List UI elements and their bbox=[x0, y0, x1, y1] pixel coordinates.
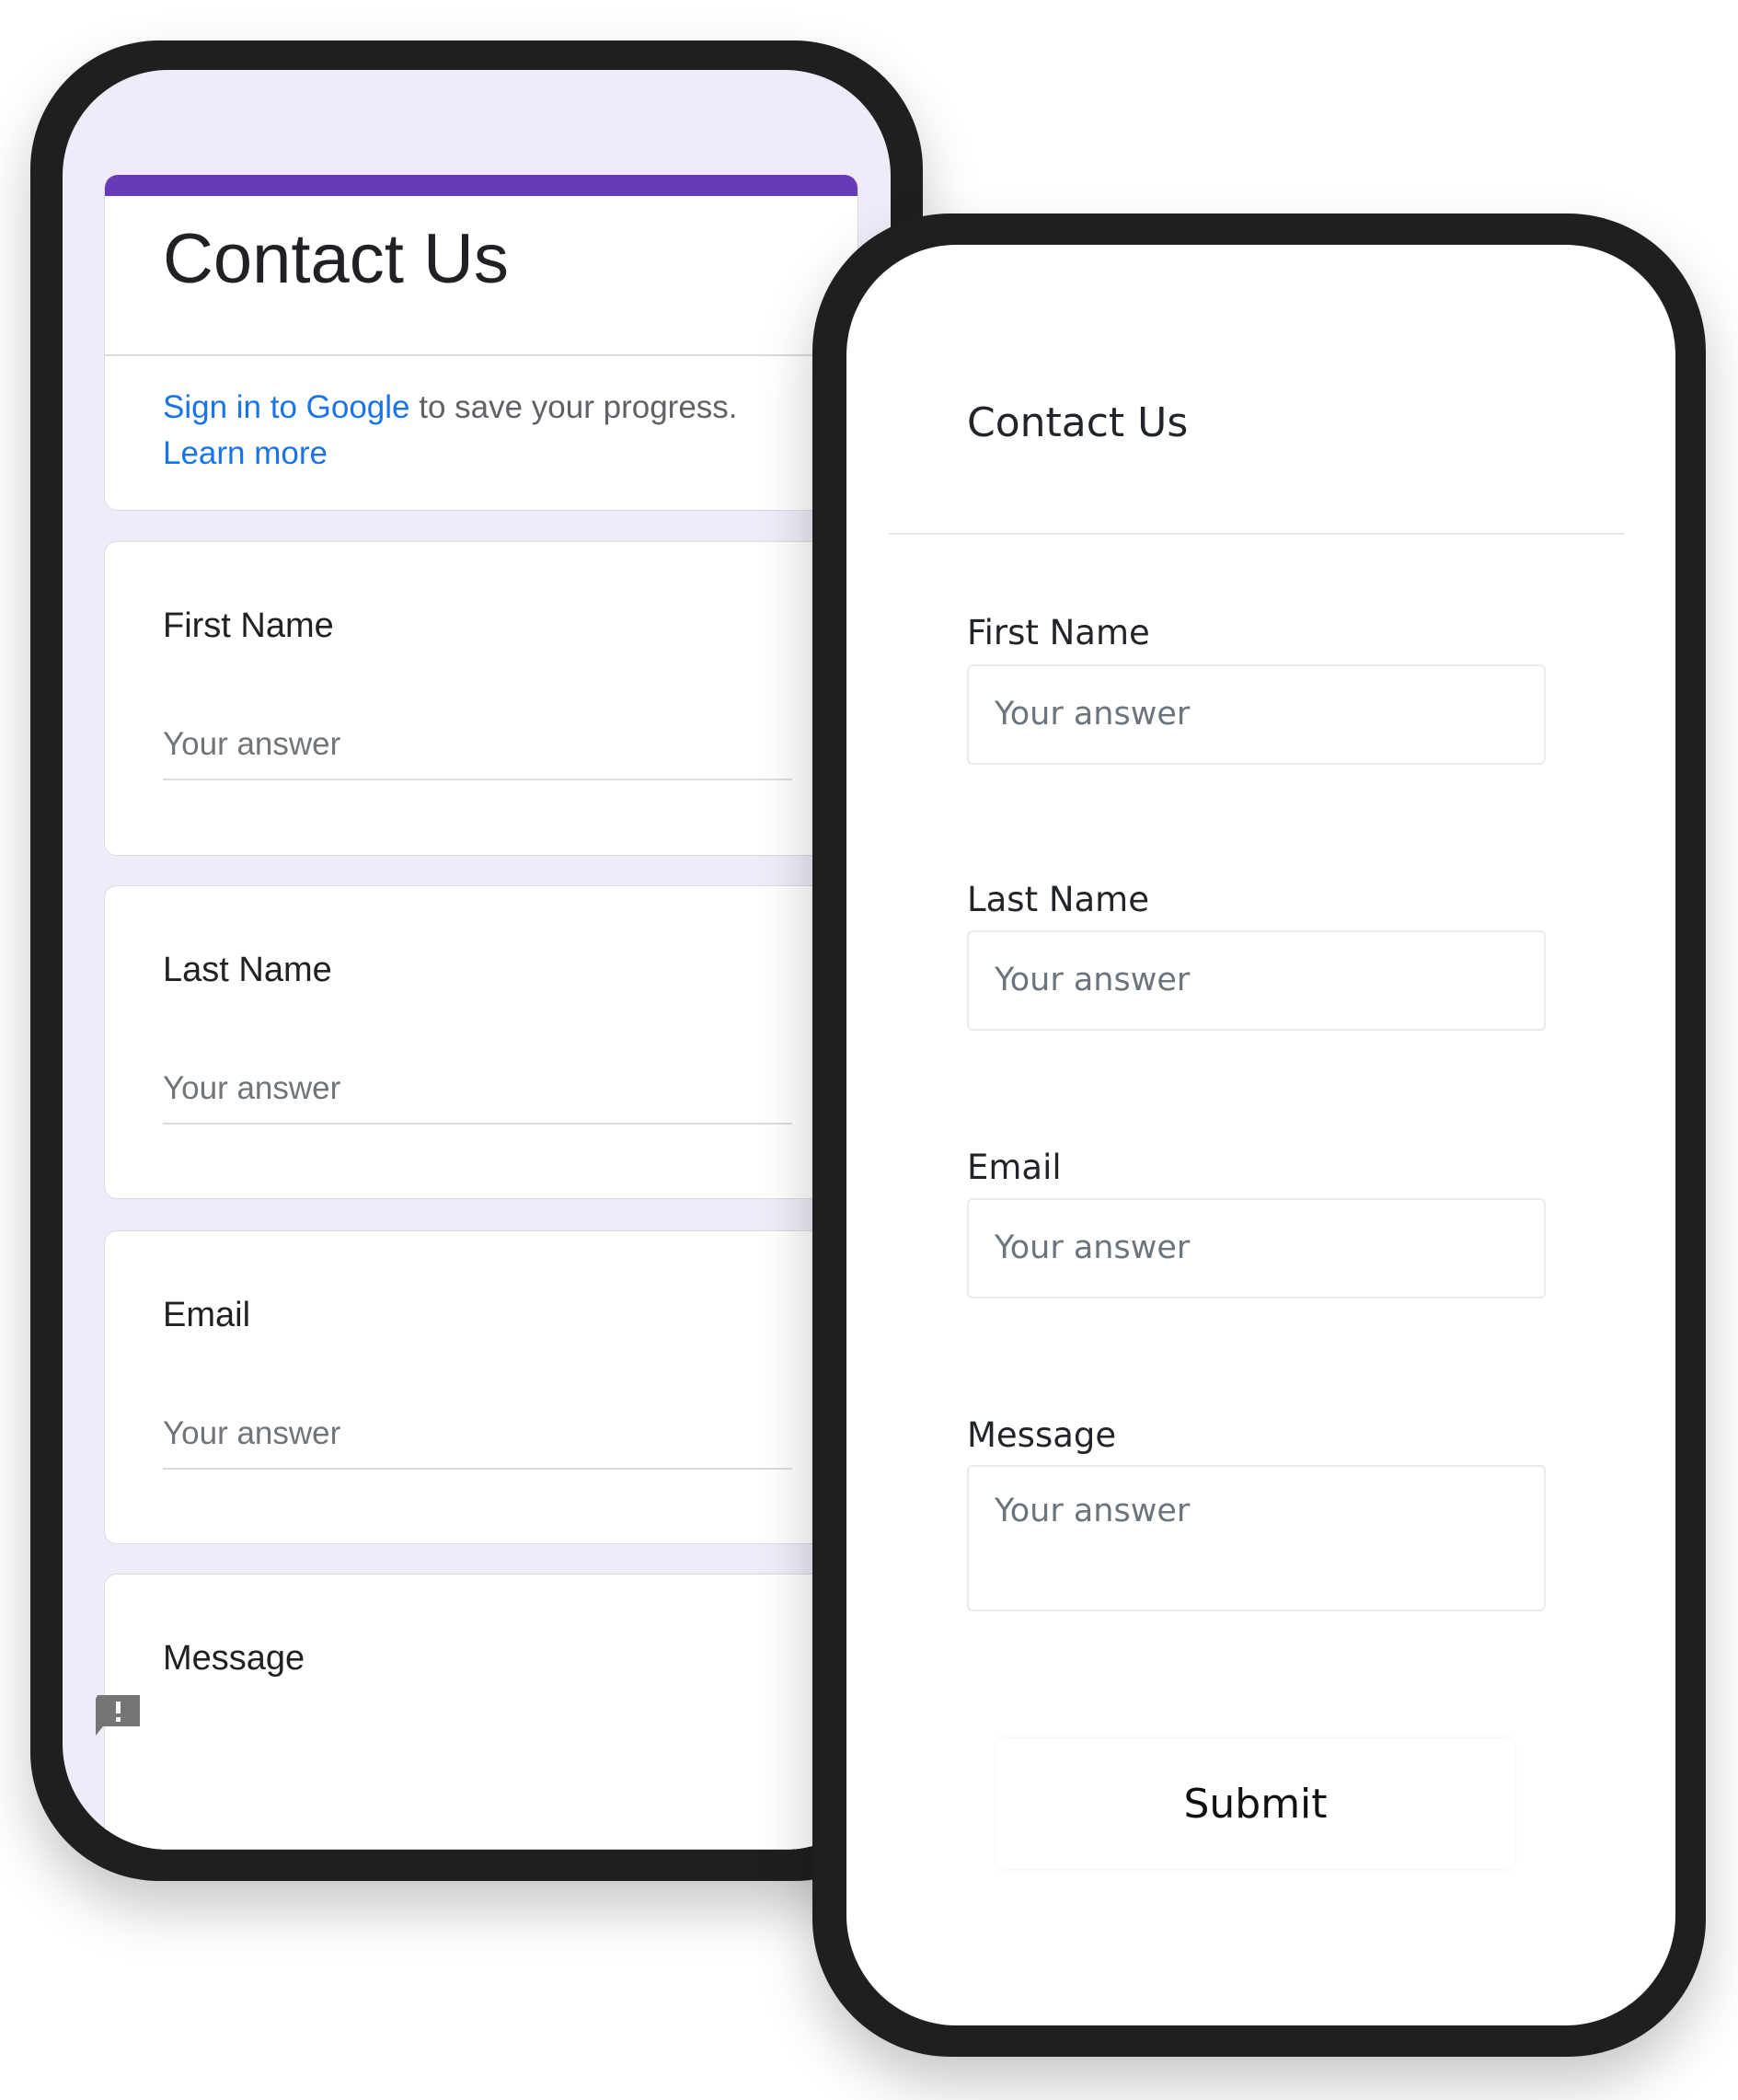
sign-in-link[interactable]: Sign in to Google bbox=[163, 389, 410, 425]
divider bbox=[105, 354, 857, 356]
google-form-phone: Contact Us Sign in to Google to save you… bbox=[30, 40, 923, 1881]
last-name-input[interactable]: Your answer bbox=[967, 930, 1546, 1031]
first-name-input[interactable]: Your answer bbox=[163, 726, 340, 763]
form-title: Contact Us bbox=[163, 220, 509, 298]
custom-form-screen: Contact Us First Name Your answer Last N… bbox=[846, 245, 1675, 2025]
signin-text: to save your progress. bbox=[409, 389, 738, 425]
message-textarea[interactable]: Your answer bbox=[967, 1465, 1546, 1611]
question-label: Message bbox=[163, 1639, 305, 1678]
question-label: Last Name bbox=[163, 951, 332, 989]
learn-more-link[interactable]: Learn more bbox=[163, 435, 328, 471]
last-name-label: Last Name bbox=[967, 880, 1149, 919]
input-underline bbox=[163, 1468, 792, 1470]
message-label: Message bbox=[967, 1415, 1117, 1455]
accent-bar bbox=[105, 175, 857, 196]
divider bbox=[889, 533, 1624, 535]
question-label: First Name bbox=[163, 606, 334, 645]
input-underline bbox=[163, 1123, 792, 1125]
question-label: Email bbox=[163, 1296, 251, 1334]
report-feedback-icon[interactable] bbox=[94, 1691, 142, 1736]
question-card-email: Email Your answer bbox=[104, 1230, 858, 1544]
google-form-screen: Contact Us Sign in to Google to save you… bbox=[63, 70, 891, 1850]
signin-notice: Sign in to Google to save your progress.… bbox=[163, 385, 738, 477]
custom-form-phone: Contact Us First Name Your answer Last N… bbox=[812, 213, 1706, 2057]
question-card-last-name: Last Name Your answer bbox=[104, 885, 858, 1199]
email-label: Email bbox=[967, 1148, 1062, 1187]
last-name-input[interactable]: Your answer bbox=[163, 1070, 340, 1107]
form-title: Contact Us bbox=[967, 399, 1189, 446]
input-underline bbox=[163, 779, 792, 780]
submit-button[interactable]: Submit bbox=[996, 1738, 1514, 1869]
question-card-message: Message bbox=[104, 1574, 858, 1850]
email-input[interactable]: Your answer bbox=[163, 1415, 340, 1452]
first-name-label: First Name bbox=[967, 613, 1150, 652]
email-input[interactable]: Your answer bbox=[967, 1198, 1546, 1298]
form-header-card: Contact Us Sign in to Google to save you… bbox=[104, 175, 858, 511]
first-name-input[interactable]: Your answer bbox=[967, 664, 1546, 765]
question-card-first-name: First Name Your answer bbox=[104, 541, 858, 856]
